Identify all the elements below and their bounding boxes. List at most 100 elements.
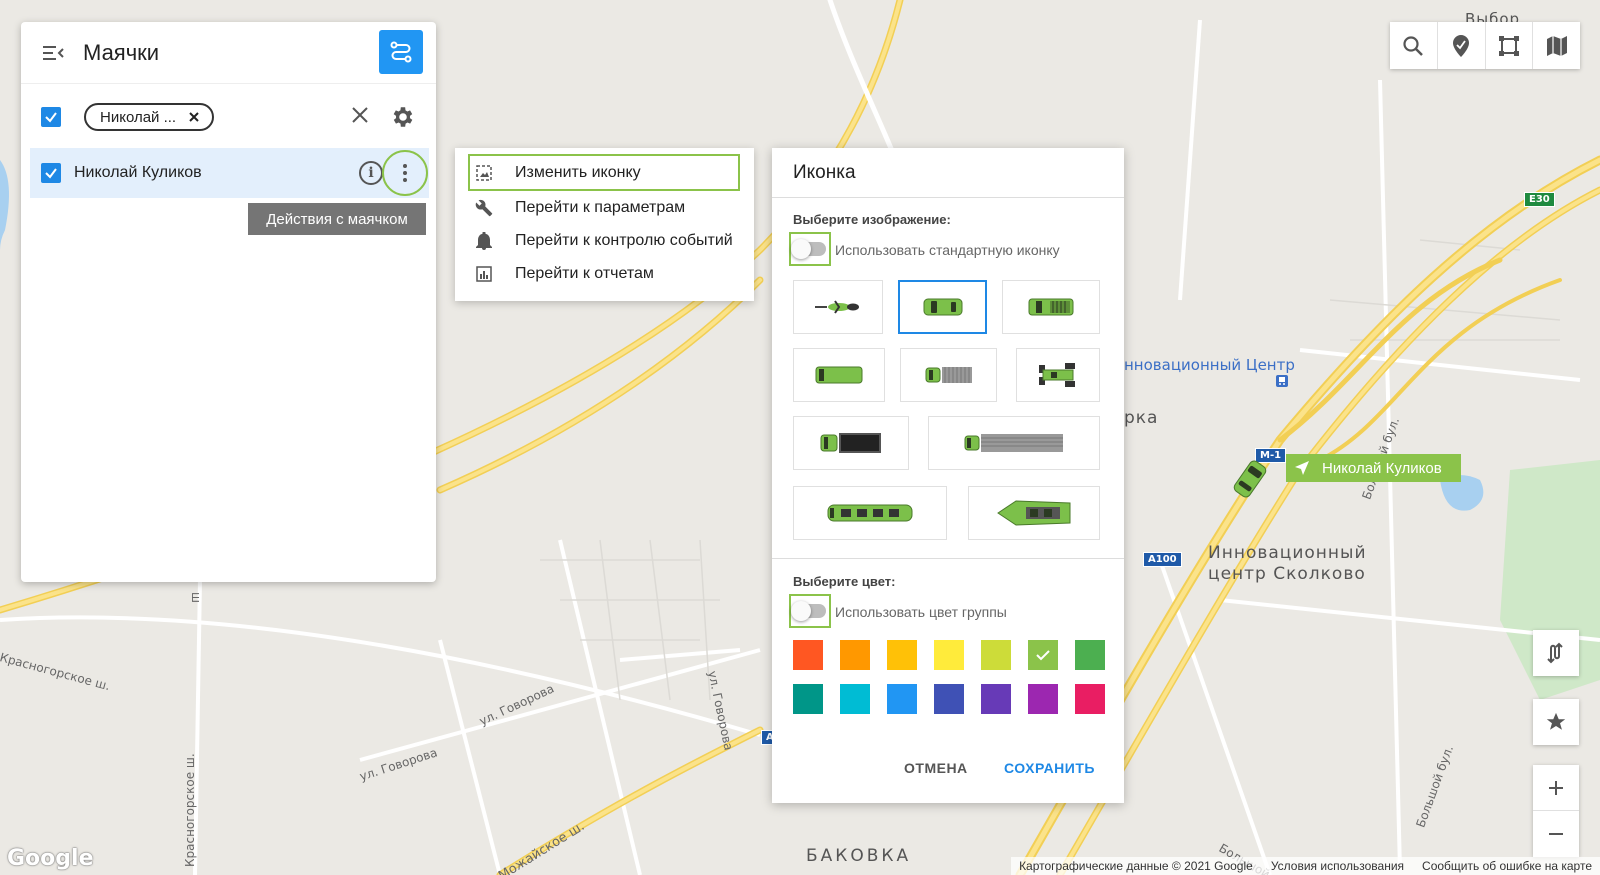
map-label-road: ш xyxy=(189,592,203,603)
small-truck-icon xyxy=(925,367,972,383)
beacon-list-item[interactable]: Николай Куликов i xyxy=(30,148,429,198)
check-icon xyxy=(45,168,57,179)
long-truck-icon xyxy=(964,434,1063,452)
map-label-road: Красногорское ш. xyxy=(183,753,197,867)
truck-icon xyxy=(820,433,881,453)
use-default-icon-toggle[interactable] xyxy=(789,232,831,266)
map-tracking-button[interactable] xyxy=(1533,630,1579,676)
color-section-label: Выберите цвет: xyxy=(793,574,896,589)
train-station-icon xyxy=(1276,375,1288,387)
clear-filter-icon[interactable] xyxy=(350,105,370,125)
menu-item-parameters[interactable]: Перейти к параметрам xyxy=(455,191,754,224)
icon-option-truck[interactable] xyxy=(793,416,909,470)
collapse-menu-icon[interactable] xyxy=(41,44,65,62)
bell-icon xyxy=(475,231,493,250)
settings-gear-icon[interactable] xyxy=(390,104,416,130)
menu-item-change-icon[interactable]: Изменить иконку xyxy=(468,154,740,191)
boat-icon xyxy=(997,500,1071,526)
cancel-button[interactable]: ОТМЕНА xyxy=(904,760,968,776)
report-chart-icon xyxy=(475,265,493,283)
terms-link[interactable]: Условия использования xyxy=(1271,859,1404,873)
color-swatch[interactable] xyxy=(793,684,823,714)
van-icon xyxy=(815,366,863,384)
motorcycle-icon xyxy=(815,300,859,314)
use-default-icon-label: Использовать стандартную иконку xyxy=(835,242,1060,258)
icon-option-long-truck[interactable] xyxy=(928,416,1100,470)
map-label-bakovka: БАКОВКА xyxy=(806,846,912,866)
navigation-arrow-icon xyxy=(1295,461,1309,475)
zoom-out-button[interactable] xyxy=(1533,811,1579,857)
icon-option-motorcycle[interactable] xyxy=(793,280,883,334)
icon-option-van[interactable] xyxy=(793,348,885,402)
report-error-link[interactable]: Сообщить об ошибке на карте xyxy=(1422,859,1592,873)
route-badge-a100: A100 xyxy=(1143,552,1182,567)
star-icon xyxy=(1546,712,1566,730)
color-swatch[interactable] xyxy=(840,640,870,670)
map-geozone-button[interactable] xyxy=(1438,22,1486,69)
google-logo: Google xyxy=(7,846,94,871)
color-swatch[interactable] xyxy=(981,684,1011,714)
icon-option-small-truck[interactable] xyxy=(900,348,997,402)
color-swatch[interactable] xyxy=(840,684,870,714)
section-divider xyxy=(772,558,1124,559)
remove-chip-icon[interactable] xyxy=(188,111,200,123)
color-swatch[interactable] xyxy=(1075,684,1105,714)
beacon-name: Николай Куликов xyxy=(74,164,202,181)
actions-tooltip: Действия с маячком xyxy=(248,203,426,235)
panel-header: Маячки xyxy=(21,22,436,84)
color-swatch[interactable] xyxy=(793,640,823,670)
color-swatch[interactable] xyxy=(981,640,1011,670)
save-button[interactable]: СОХРАНИТЬ xyxy=(1004,760,1095,776)
color-swatch[interactable] xyxy=(934,684,964,714)
menu-item-label: Изменить иконку xyxy=(515,163,641,181)
route-icon xyxy=(390,41,412,63)
beacon-actions-menu: Изменить иконку Перейти к параметрам Пер… xyxy=(455,148,754,301)
filter-row: Николай ... xyxy=(41,100,436,134)
use-group-color-label: Использовать цвет группы xyxy=(835,604,1007,620)
color-swatch[interactable] xyxy=(1028,640,1058,670)
info-icon[interactable]: i xyxy=(359,161,383,185)
color-swatch[interactable] xyxy=(887,640,917,670)
map-layers-button[interactable] xyxy=(1533,22,1580,69)
icon-option-pickup[interactable] xyxy=(1002,280,1100,334)
map-icon xyxy=(1546,35,1567,56)
icon-option-tractor[interactable] xyxy=(1016,348,1100,402)
map-attribution: Картографические данные © 2021 Google Ус… xyxy=(1011,857,1600,875)
filter-chip[interactable]: Николай ... xyxy=(84,103,215,131)
icon-option-boat[interactable] xyxy=(968,486,1100,540)
more-actions-button[interactable] xyxy=(382,150,428,196)
routes-button[interactable] xyxy=(379,30,423,74)
icon-option-car[interactable] xyxy=(898,280,987,334)
map-search-button[interactable] xyxy=(1390,22,1438,69)
use-group-color-toggle[interactable] xyxy=(789,594,831,628)
vehicle-label-text: Николай Куликов xyxy=(1322,459,1442,477)
more-vertical-icon xyxy=(403,164,407,182)
zoom-controls xyxy=(1533,765,1579,857)
dialog-title: Иконка xyxy=(772,148,1124,198)
beacon-checkbox[interactable] xyxy=(41,163,61,183)
car-icon xyxy=(923,298,962,316)
select-all-checkbox[interactable] xyxy=(41,107,61,127)
color-swatch[interactable] xyxy=(934,640,964,670)
map-area-select-button[interactable] xyxy=(1486,22,1534,69)
tractor-icon xyxy=(1039,363,1075,387)
color-swatch[interactable] xyxy=(1028,684,1058,714)
area-select-icon xyxy=(1498,35,1519,56)
color-swatch[interactable] xyxy=(1075,640,1105,670)
menu-item-reports[interactable]: Перейти к отчетам xyxy=(455,257,754,290)
vehicle-label[interactable]: Николай Куликов xyxy=(1286,454,1461,482)
menu-item-label: Перейти к параметрам xyxy=(515,198,686,216)
attribution-map-data: Картографические данные © 2021 Google xyxy=(1019,859,1253,873)
plus-icon xyxy=(1549,780,1563,795)
color-swatch[interactable] xyxy=(887,684,917,714)
vehicle-car-marker-icon[interactable] xyxy=(1233,459,1267,499)
search-icon xyxy=(1403,35,1424,56)
check-icon xyxy=(45,112,57,123)
menu-item-event-control[interactable]: Перейти к контролю событий xyxy=(455,224,754,257)
check-icon xyxy=(1036,650,1050,661)
icon-option-train[interactable] xyxy=(793,486,947,540)
filter-chip-label: Николай ... xyxy=(100,108,177,126)
zoom-in-button[interactable] xyxy=(1533,765,1579,811)
image-edit-icon xyxy=(475,164,493,182)
favorites-button[interactable] xyxy=(1533,699,1579,745)
